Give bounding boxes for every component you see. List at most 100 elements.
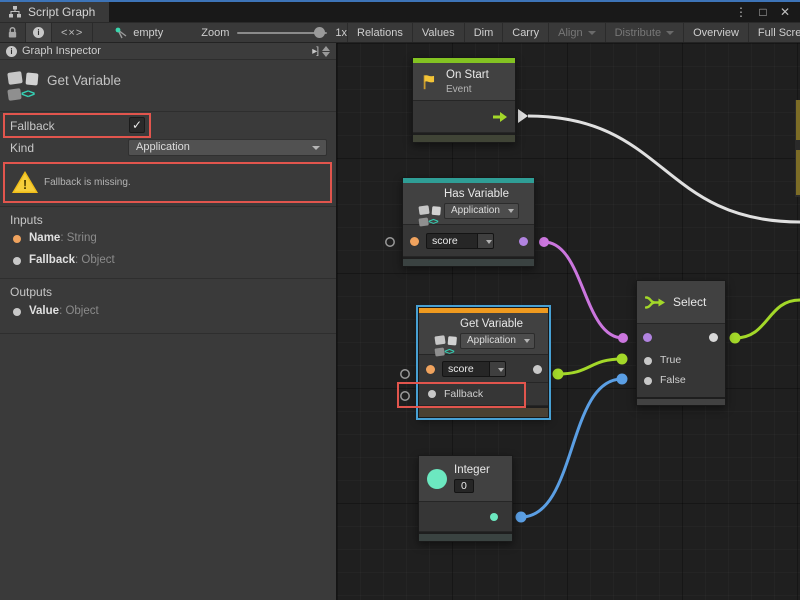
dock-icon[interactable]: ▸] [312, 46, 318, 57]
outputs-heading: Outputs [10, 285, 52, 299]
variable-name-field[interactable]: score [426, 233, 494, 249]
graph-inspector-panel: i Graph Inspector ▸] <> Get Variable Fal… [0, 43, 337, 600]
string-port-dot [13, 235, 21, 243]
chevron-down-icon [666, 31, 674, 35]
zoom-slider-handle[interactable] [314, 27, 325, 38]
script-graph-window: Script Graph ⋮ □ ✕ i <×> empty [0, 0, 800, 600]
integer-output-port[interactable] [490, 513, 498, 521]
flag-icon [421, 73, 439, 91]
connection-end-dot[interactable] [539, 237, 549, 247]
connection-end-dot[interactable] [618, 333, 628, 343]
zoom-slider[interactable] [237, 32, 327, 34]
values-label: Values [422, 27, 455, 39]
control-connection[interactable] [528, 116, 800, 222]
chevron-down-icon [312, 146, 320, 150]
true-input-port[interactable] [644, 357, 652, 365]
node-select[interactable]: Select True False [636, 280, 726, 406]
unconnected-port-ring[interactable] [401, 370, 409, 378]
node-footer [637, 397, 725, 405]
toolbar-right-group: Relations Values Dim Carry Align Distrib… [347, 23, 800, 42]
node-on-start[interactable]: On Start Event [412, 57, 516, 143]
align-button: Align [548, 23, 604, 42]
fallback-checkbox[interactable]: ✓ [129, 117, 145, 133]
string-input-port[interactable] [426, 365, 435, 374]
node-integer[interactable]: Integer 0 [418, 455, 513, 542]
chevron-down-icon [524, 339, 530, 343]
variable-name-dropdown[interactable] [490, 361, 506, 377]
integer-value-field[interactable]: 0 [454, 479, 474, 493]
false-port-label: False [660, 374, 686, 386]
distribute-button: Distribute [605, 23, 683, 42]
variable-name-value[interactable]: score [442, 361, 490, 377]
full-screen-button[interactable]: Full Screen [748, 23, 800, 42]
bool-output-port[interactable] [519, 237, 528, 246]
connection-end-dot[interactable] [617, 354, 628, 365]
true-port-label: True [660, 354, 681, 366]
node-has-variable[interactable]: <> Has Variable Application score [402, 177, 535, 267]
node-title: Integer [454, 464, 490, 476]
distribute-label: Distribute [615, 27, 661, 39]
overview-button[interactable]: Overview [683, 23, 748, 42]
graph-toolbar: i <×> empty Zoom 1x Relations Values Dim… [0, 22, 800, 43]
inspected-node-title: Get Variable [47, 73, 121, 88]
menu-icon[interactable]: ⋮ [732, 5, 750, 19]
input-name: Name: String [29, 232, 97, 244]
inputs-heading: Inputs [10, 213, 43, 227]
fallback-field-label: Fallback [10, 119, 55, 133]
unconnected-port-ring[interactable] [386, 238, 394, 246]
connection-end-dot[interactable] [516, 512, 527, 523]
carry-button[interactable]: Carry [502, 23, 548, 42]
lock-button[interactable] [0, 23, 26, 42]
zoom-control: Zoom 1x [201, 23, 347, 42]
flow-arrow-icon[interactable] [492, 111, 508, 123]
string-input-port[interactable] [410, 237, 419, 246]
select-icon [645, 295, 666, 310]
variable-icon: <> [419, 203, 438, 222]
bool-connection[interactable] [544, 242, 623, 338]
align-label: Align [558, 27, 582, 39]
inspector-title: Graph Inspector [22, 45, 101, 57]
selection-output-port[interactable] [709, 333, 718, 342]
variable-kind-dropdown[interactable]: Application [444, 203, 519, 219]
false-input-port[interactable] [644, 377, 652, 385]
variable-name-field[interactable]: score [442, 361, 506, 377]
variable-name-dropdown[interactable] [478, 233, 494, 249]
info-icon: i [6, 46, 17, 57]
divider [0, 278, 336, 279]
chevron-down-icon [486, 240, 492, 244]
graph-canvas[interactable]: On Start Event <> Has Variable [337, 43, 800, 600]
scroll-down-icon[interactable] [322, 52, 330, 57]
node-title: On Start [446, 69, 489, 81]
panel-scroll-arrows [322, 46, 332, 57]
kind-dropdown[interactable]: Application [128, 139, 327, 156]
connection-end-dot[interactable] [553, 369, 564, 380]
variable-name-value[interactable]: score [426, 233, 478, 249]
lock-icon [7, 26, 18, 39]
dim-button[interactable]: Dim [464, 23, 503, 42]
chevron-down-icon [498, 368, 504, 372]
variable-kind-dropdown[interactable]: Application [460, 333, 535, 349]
flow-output-triangle[interactable] [518, 109, 528, 123]
tab-label: Script Graph [28, 5, 95, 19]
values-button[interactable]: Values [412, 23, 464, 42]
inspector-toggle-button[interactable]: i [26, 23, 52, 42]
condition-input-port[interactable] [643, 333, 652, 342]
value-output-port[interactable] [533, 365, 542, 374]
kind-dropdown-value: Application [136, 141, 190, 153]
node-footer [413, 133, 515, 142]
connection-end-dot[interactable] [617, 374, 628, 385]
tab-script-graph[interactable]: Script Graph [0, 2, 109, 22]
code-toggle-button[interactable]: <×> [52, 23, 93, 42]
select-output-connection[interactable] [735, 300, 800, 338]
close-icon[interactable]: ✕ [776, 5, 794, 19]
connection-end-dot[interactable] [730, 333, 741, 344]
checkmark-icon: ✓ [132, 118, 142, 132]
graph-path[interactable]: empty [115, 23, 163, 42]
relations-button[interactable]: Relations [347, 23, 412, 42]
value-connection-green[interactable] [558, 359, 622, 374]
node-title: Has Variable [444, 188, 519, 200]
node-subtitle: Event [446, 84, 489, 95]
maximize-icon[interactable]: □ [754, 5, 772, 19]
window-buttons: ⋮ □ ✕ [732, 2, 800, 22]
scroll-up-icon[interactable] [322, 46, 330, 51]
